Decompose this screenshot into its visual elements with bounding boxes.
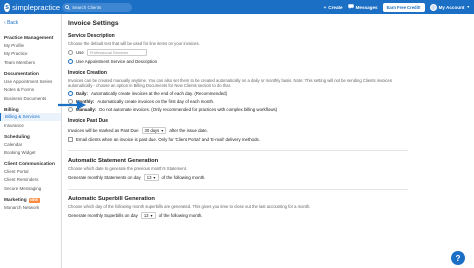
help-button[interactable]: ? (451, 251, 465, 265)
top-actions: + Create Messages Earn Free Credit! My A… (324, 0, 474, 14)
service-description-heading: Service Description (68, 33, 115, 39)
sidebar-item-monarch-network[interactable]: Monarch Network (0, 203, 61, 212)
daily-text: Automatically create invoices at the end… (90, 91, 228, 96)
my-account-label: My Account (438, 4, 465, 10)
superbill-generation-text: Choose which day of the following month … (68, 204, 311, 209)
superbill-generation-heading: Automatic Superbill Generation (68, 196, 155, 202)
superbill-day-value: 13 (143, 213, 149, 218)
daily-radio[interactable] (68, 91, 73, 96)
superbill-suffix: of the following month. (158, 213, 203, 218)
search-input[interactable]: Search Clients (62, 2, 132, 12)
statement-day-value: 13 (146, 174, 152, 180)
sidebar-item-billing-services[interactable]: Billing & Services (0, 112, 61, 122)
use-radio[interactable] (68, 50, 73, 55)
annotation-arrow-icon (58, 100, 86, 110)
search-icon (65, 4, 70, 10)
superbill-day-select[interactable]: 13 ▾ (140, 212, 156, 219)
past-due-prefix: Invoices will be marked as Past Due (68, 128, 139, 133)
daily-label: Daily: (76, 91, 88, 96)
past-due-days-select[interactable]: 30 days ▾ (141, 127, 167, 134)
chevron-down-icon: ▾ (153, 174, 156, 180)
monthly-text: Automatically create invoices on the fir… (97, 99, 215, 104)
superbill-prefix: Generate monthly Superbills on day (68, 213, 138, 218)
chevron-down-icon: ▾ (161, 128, 164, 133)
my-account-menu[interactable]: My Account ▼ (429, 3, 470, 11)
messages-button[interactable]: Messages (347, 4, 378, 10)
invoice-creation-text: Invoices can be created manually anytime… (68, 78, 392, 88)
back-label: Back (7, 20, 19, 26)
statement-generation-text: Choose which date to generate the previo… (68, 165, 188, 171)
manually-text: Do not automate invoices. (Only recommen… (99, 107, 278, 112)
email-past-due-checkbox[interactable] (68, 137, 73, 142)
manually-option[interactable]: Manually: Do not automate invoices. (Onl… (68, 107, 408, 112)
daily-option[interactable]: Daily: Automatically create invoices at … (68, 91, 408, 96)
chevron-down-icon: ▼ (466, 5, 470, 9)
sidebar-item-my-profile[interactable]: My Profile (0, 41, 61, 50)
email-past-due-label: Email clients when an invoice is past du… (76, 137, 260, 142)
statement-prefix: Generate monthly Statements on day (68, 174, 141, 180)
messages-label: Messages (355, 4, 378, 10)
sidebar-section-practice-management: Practice Management (4, 36, 54, 41)
sidebar-section-client-communication: Client Communication (4, 161, 55, 167)
statement-day-row: Generate monthly Statements on day 13 ▾ … (68, 173, 408, 181)
search-placeholder: Search Clients (72, 4, 102, 10)
sidebar-item-team-members[interactable]: Team Members (0, 58, 61, 67)
plus-icon: + (323, 4, 327, 10)
use-label: Use (76, 50, 84, 55)
sidebar-item-notes-forms[interactable]: Notes & Forms (0, 85, 61, 94)
new-badge: NEW (28, 197, 40, 203)
sidebar-item-secure-messaging[interactable]: Secure Messaging (0, 184, 61, 193)
monthly-option[interactable]: Monthly: Automatically create invoices o… (68, 99, 408, 104)
avatar (429, 3, 437, 11)
divider (68, 150, 408, 151)
sidebar-item-client-portal[interactable]: Client Portal (0, 167, 61, 176)
back-link[interactable]: ‹ Back (0, 14, 61, 31)
brand-logo-icon: s (4, 2, 11, 12)
sidebar-item-business-documents[interactable]: Business Documents (0, 94, 61, 103)
marketing-label: Marketing (4, 197, 27, 203)
use-option[interactable]: Use Professional Services (68, 49, 408, 56)
past-due-days-value: 30 days (144, 128, 160, 133)
statement-generation-heading: Automatic Statement Generation (68, 157, 159, 164)
sidebar-item-my-practice[interactable]: My Practice (0, 50, 61, 59)
sidebar-item-calendar[interactable]: Calendar (0, 140, 61, 149)
use-appointment-radio[interactable] (68, 59, 73, 64)
sidebar-item-insurance[interactable]: Insurance (0, 121, 61, 130)
settings-sidebar: ‹ Back Practice Management My Profile My… (0, 14, 62, 268)
past-due-suffix: after the issue date. (169, 128, 208, 133)
use-appointment-option[interactable]: Use Appointment Service and Description (68, 59, 408, 64)
professional-services-input[interactable]: Professional Services (86, 49, 147, 56)
brand[interactable]: s simplepractice (0, 2, 60, 12)
messages-icon (347, 4, 354, 10)
superbill-day-row: Generate monthly Superbills on day 13 ▾ … (68, 212, 408, 219)
create-label: Create (328, 4, 343, 10)
sidebar-item-client-reminders[interactable]: Client Reminders (0, 176, 61, 185)
past-due-row: Invoices will be marked as Past Due 30 d… (68, 127, 408, 134)
invoice-past-due-heading: Invoice Past Due (68, 118, 109, 124)
earn-free-credit-button[interactable]: Earn Free Credit! (382, 2, 425, 12)
brand-name: simplepractice (12, 2, 60, 12)
sidebar-item-use-appointment-series[interactable]: Use Appointment Series (0, 77, 61, 86)
email-past-due-option[interactable]: Email clients when an invoice is past du… (68, 137, 408, 142)
chevron-down-icon: ▾ (150, 213, 153, 218)
service-description-text: Choose the default text that will be use… (68, 41, 200, 46)
statement-suffix: of the following month. (161, 174, 206, 180)
invoice-settings-panel: Invoice Settings Service Description Cho… (68, 14, 408, 268)
divider (68, 188, 408, 189)
invoice-creation-heading: Invoice Creation (68, 70, 107, 76)
create-button[interactable]: + Create (324, 5, 343, 10)
top-navigation-bar: s simplepractice Search Clients + Create… (0, 0, 474, 14)
sidebar-item-booking-widget[interactable]: Booking Widget (0, 148, 61, 157)
use-appointment-label: Use Appointment Service and Description (76, 59, 158, 64)
page-title: Invoice Settings (68, 20, 119, 27)
statement-day-select[interactable]: 13 ▾ (143, 173, 159, 181)
